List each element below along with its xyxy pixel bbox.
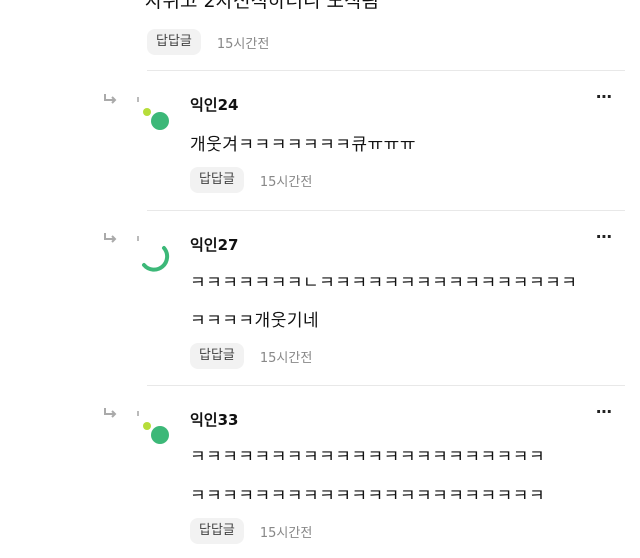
- divider: [147, 385, 625, 386]
- reply-button[interactable]: 답답글: [190, 518, 244, 544]
- comment-actions: 답답글 15시간전: [190, 518, 312, 544]
- more-options-icon[interactable]: ⋯: [596, 89, 613, 105]
- more-options-icon[interactable]: ⋯: [596, 229, 613, 245]
- anonymous-avatar-icon: [137, 236, 170, 272]
- anonymous-avatar-icon: [137, 411, 169, 444]
- top-comment-actions: 답답글 15시간전: [147, 29, 269, 55]
- comment-body-line: 개웃겨ㅋㅋㅋㅋㅋㅋㅋ큐ㅠㅠㅠ: [190, 135, 416, 155]
- comment-body-line: ㅋㅋㅋㅋㅋㅋㅋㄴㅋㅋㅋㅋㅋㅋㅋㅋㅋㅋㅋㅋㅋㅋㅋㅋ: [190, 273, 578, 293]
- timestamp: 15시간전: [259, 174, 313, 190]
- divider: [147, 210, 625, 211]
- reply-arrow-icon: [104, 94, 117, 104]
- timestamp: 15시간전: [259, 525, 313, 541]
- reply-button[interactable]: 답답글: [190, 343, 244, 369]
- reply-arrow-icon: [104, 408, 117, 418]
- reply-button[interactable]: 답답글: [190, 167, 244, 193]
- timestamp: 15시간전: [259, 350, 313, 366]
- comment-actions: 답답글 15시간전: [190, 167, 312, 193]
- comment-actions: 답답글 15시간전: [190, 343, 312, 369]
- comment-author[interactable]: 익인24: [190, 94, 238, 115]
- comment-body-line: ㅋㅋㅋㅋㅋㅋㅋㅋㅋㅋㅋㅋㅋㅋㅋㅋㅋㅋㅋㅋㅋㅋ: [190, 486, 546, 506]
- comment-author[interactable]: 익인33: [190, 409, 238, 430]
- reply-arrow-icon: [104, 233, 117, 243]
- divider: [147, 70, 625, 71]
- more-options-icon[interactable]: ⋯: [596, 404, 613, 420]
- comment-author[interactable]: 익인27: [190, 234, 238, 255]
- comment-body-line: ㅋㅋㅋㅋ개웃기네: [190, 311, 320, 331]
- comment-body-line: ㅋㅋㅋㅋㅋㅋㅋㅋㅋㅋㅋㅋㅋㅋㅋㅋㅋㅋㅋㅋㅋㅋ: [190, 447, 546, 467]
- timestamp: 15시간전: [216, 36, 270, 52]
- anonymous-avatar-icon: [137, 97, 169, 130]
- reply-button[interactable]: 답답글: [147, 29, 201, 55]
- top-comment-text: 자취고 2차전직하더니 도직됨: [145, 0, 379, 12]
